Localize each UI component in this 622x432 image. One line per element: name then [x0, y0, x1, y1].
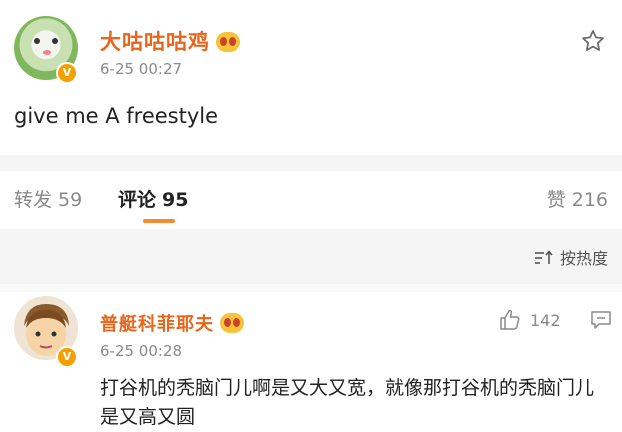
- post-author-name[interactable]: 大咕咕咕鸡: [100, 26, 240, 56]
- comment-like-count: 142: [530, 311, 561, 330]
- tab-like[interactable]: 赞 216: [547, 185, 608, 212]
- post-content: give me A freestyle: [14, 104, 219, 128]
- comment-like-button[interactable]: 142: [498, 308, 561, 332]
- star-icon[interactable]: [580, 28, 606, 54]
- verified-badge-icon: V: [56, 62, 78, 84]
- tab-like-label: 赞: [546, 189, 566, 211]
- comment-item: V 普艇科菲耶夫 6-25 00:28 142 打谷机的秃脑门儿啊是又大又宽，就…: [0, 292, 622, 428]
- reply-icon[interactable]: [590, 310, 612, 330]
- tab-comment-label: 评论: [118, 189, 157, 211]
- comment-text: 打谷机的秃脑门儿啊是又大又宽，就像那打谷机的秃脑门儿是又高又圆: [100, 377, 595, 428]
- sort-label: 按热度: [559, 249, 608, 268]
- verified-badge-icon: V: [56, 346, 78, 368]
- member-badge-icon: [220, 313, 244, 333]
- tab-comment-count: 95: [162, 189, 189, 211]
- tab-repost-label: 转发: [14, 189, 53, 211]
- post-author-name-text[interactable]: 大咕咕咕鸡: [100, 30, 210, 54]
- member-badge-icon: [216, 32, 240, 52]
- comment-author-name-text[interactable]: 普艇科菲耶夫: [100, 314, 214, 335]
- section-divider: [0, 284, 622, 292]
- thumb-up-icon: [500, 309, 520, 330]
- tab-like-count: 216: [571, 189, 608, 211]
- post-timestamp: 6-25 00:27: [100, 60, 183, 78]
- tab-comment[interactable]: 评论 95: [118, 185, 188, 212]
- tab-repost[interactable]: 转发 59: [14, 185, 82, 212]
- comment-author-name[interactable]: 普艇科菲耶夫: [100, 310, 244, 336]
- interaction-tabs: 转发 59 评论 95 赞 216: [0, 171, 622, 229]
- comment-timestamp: 6-25 00:28: [100, 342, 183, 360]
- sort-by-hot-button[interactable]: 按热度: [534, 245, 608, 269]
- weibo-post: V 大咕咕咕鸡 6-25 00:27 give me A freestyle: [0, 0, 622, 160]
- active-tab-indicator: [143, 219, 175, 223]
- sort-icon: [534, 250, 553, 264]
- tab-repost-count: 59: [58, 189, 83, 211]
- sort-bar: 按热度: [0, 229, 622, 284]
- section-divider: [0, 155, 622, 171]
